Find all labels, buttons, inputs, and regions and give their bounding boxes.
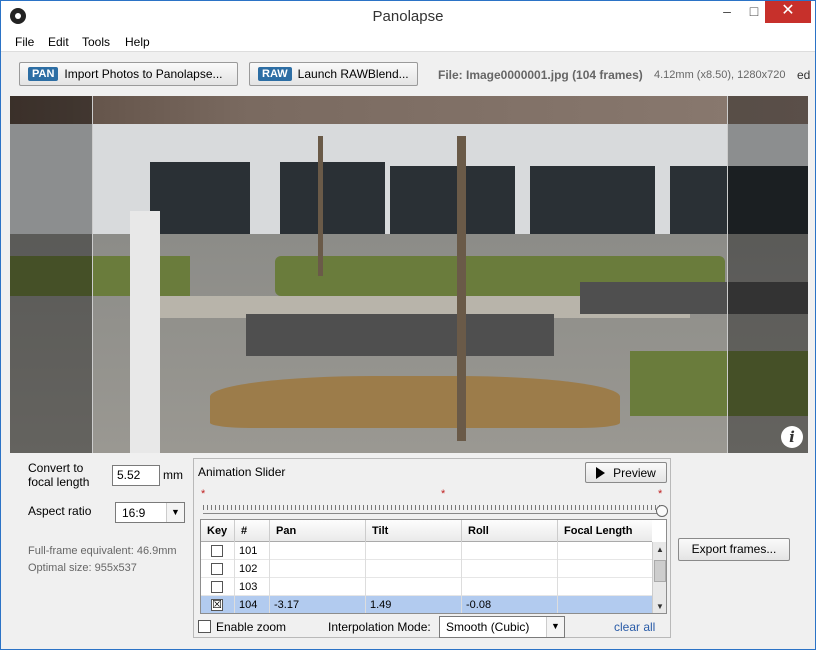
- key-checkbox[interactable]: [211, 563, 223, 575]
- optimal-size: Optimal size: 955x537: [28, 562, 137, 574]
- pan-badge: PAN: [28, 67, 59, 81]
- row-number: 102: [235, 560, 270, 578]
- aspect-ratio-label: Aspect ratio: [28, 504, 92, 518]
- crop-frame[interactable]: [92, 96, 728, 453]
- crop-mask-right: [727, 96, 808, 453]
- menu-tools[interactable]: Tools: [82, 35, 110, 49]
- launch-rawblend-label: Launch RAWBlend...: [297, 67, 409, 81]
- row-number: 101: [235, 542, 270, 560]
- preview-button[interactable]: Preview: [585, 462, 667, 483]
- scrollbar-thumb[interactable]: [654, 560, 666, 582]
- aspect-ratio-select[interactable]: 16:9 ▼: [115, 502, 185, 523]
- focal-cell[interactable]: [558, 542, 652, 560]
- preview-label: Preview: [613, 465, 656, 480]
- window-title: Panolapse: [372, 8, 444, 25]
- table-row[interactable]: 103: [201, 578, 652, 596]
- column-header-number[interactable]: #: [235, 520, 270, 542]
- roll-cell[interactable]: [462, 578, 558, 596]
- info-icon[interactable]: i: [781, 426, 803, 448]
- file-meta: 4.12mm (x8.50), 1280x720: [654, 69, 786, 81]
- export-frames-button[interactable]: Export frames...: [678, 538, 790, 561]
- keyframe-table: Key # Pan Tilt Roll Focal Length 101 102…: [200, 519, 667, 614]
- interpolation-mode-select[interactable]: Smooth (Cubic) ▼: [439, 616, 565, 638]
- enable-zoom-checkbox[interactable]: [198, 620, 211, 633]
- keyframe-marker: *: [658, 488, 663, 500]
- scroll-up-icon[interactable]: ▲: [653, 542, 666, 557]
- chevron-down-icon: ▼: [166, 503, 184, 522]
- clear-all-link[interactable]: clear all: [614, 620, 655, 634]
- pan-cell[interactable]: [270, 542, 366, 560]
- close-button[interactable]: ✕: [765, 1, 811, 23]
- animation-slider-title: Animation Slider: [198, 465, 286, 479]
- pan-cell[interactable]: -3.17: [270, 596, 366, 613]
- scroll-down-icon[interactable]: ▼: [653, 599, 666, 613]
- minimize-button[interactable]: ‒: [714, 1, 740, 23]
- file-info: File: Image0000001.jpg (104 frames): [438, 68, 643, 82]
- app-window: Panolapse ‒ □ ✕ File Edit Tools Help PAN…: [0, 0, 816, 650]
- tilt-cell[interactable]: 1.49: [366, 596, 462, 613]
- pan-cell[interactable]: [270, 578, 366, 596]
- photo-preview[interactable]: i: [10, 96, 808, 453]
- import-photos-button[interactable]: PAN Import Photos to Panolapse...: [19, 62, 238, 86]
- focal-length-input[interactable]: 5.52: [112, 465, 160, 486]
- focal-unit-label: mm: [163, 468, 183, 482]
- focal-cell[interactable]: [558, 578, 652, 596]
- key-checkbox[interactable]: [211, 545, 223, 557]
- table-row[interactable]: 101: [201, 542, 652, 560]
- roll-cell[interactable]: -0.08: [462, 596, 558, 613]
- key-checkbox[interactable]: [211, 581, 223, 593]
- focal-cell[interactable]: [558, 560, 652, 578]
- tilt-cell[interactable]: [366, 542, 462, 560]
- menu-bar: File Edit Tools Help: [1, 32, 815, 52]
- table-header: Key # Pan Tilt Roll Focal Length: [201, 520, 652, 542]
- maximize-button[interactable]: □: [741, 1, 767, 23]
- keyframe-marker: *: [441, 488, 446, 500]
- aspect-ratio-value: 16:9: [122, 506, 146, 520]
- animation-slider-track: [203, 513, 659, 514]
- full-frame-equivalent: Full-frame equivalent: 46.9mm: [28, 545, 177, 557]
- table-row-selected[interactable]: ☒ 104 -3.17 1.49 -0.08: [201, 596, 652, 613]
- play-icon: [596, 466, 606, 479]
- column-header-pan[interactable]: Pan: [270, 520, 366, 542]
- crop-mask-left: [10, 96, 93, 453]
- convert-label-line2: focal length: [28, 475, 90, 489]
- roll-cell[interactable]: [462, 542, 558, 560]
- pan-cell[interactable]: [270, 560, 366, 578]
- interpolation-mode-value: Smooth (Cubic): [446, 620, 530, 634]
- key-checkbox-checked[interactable]: ☒: [211, 599, 223, 611]
- table-scrollbar[interactable]: ▲ ▼: [652, 542, 666, 613]
- truncated-label: ed: [797, 68, 811, 82]
- title-bar: Panolapse ‒ □ ✕: [1, 1, 815, 32]
- raw-badge: RAW: [258, 67, 292, 81]
- roll-cell[interactable]: [462, 560, 558, 578]
- column-header-key[interactable]: Key: [201, 520, 235, 542]
- menu-help[interactable]: Help: [125, 35, 150, 49]
- tilt-cell[interactable]: [366, 578, 462, 596]
- focal-cell[interactable]: [558, 596, 652, 613]
- column-header-focal-length[interactable]: Focal Length: [558, 520, 652, 542]
- chevron-down-icon: ▼: [546, 617, 564, 637]
- interpolation-mode-label: Interpolation Mode:: [328, 620, 431, 634]
- menu-file[interactable]: File: [15, 35, 34, 49]
- tilt-cell[interactable]: [366, 560, 462, 578]
- enable-zoom-label[interactable]: Enable zoom: [216, 620, 286, 634]
- keyframe-marker: *: [201, 488, 206, 500]
- menu-edit[interactable]: Edit: [48, 35, 69, 49]
- column-header-tilt[interactable]: Tilt: [366, 520, 462, 542]
- row-number: 104: [235, 596, 270, 613]
- animation-slider-knob[interactable]: [656, 505, 668, 517]
- launch-rawblend-button[interactable]: RAW Launch RAWBlend...: [249, 62, 418, 86]
- import-photos-label: Import Photos to Panolapse...: [64, 67, 223, 81]
- convert-label-line1: Convert to: [28, 461, 84, 475]
- table-row[interactable]: 102: [201, 560, 652, 578]
- row-number: 103: [235, 578, 270, 596]
- column-header-roll[interactable]: Roll: [462, 520, 558, 542]
